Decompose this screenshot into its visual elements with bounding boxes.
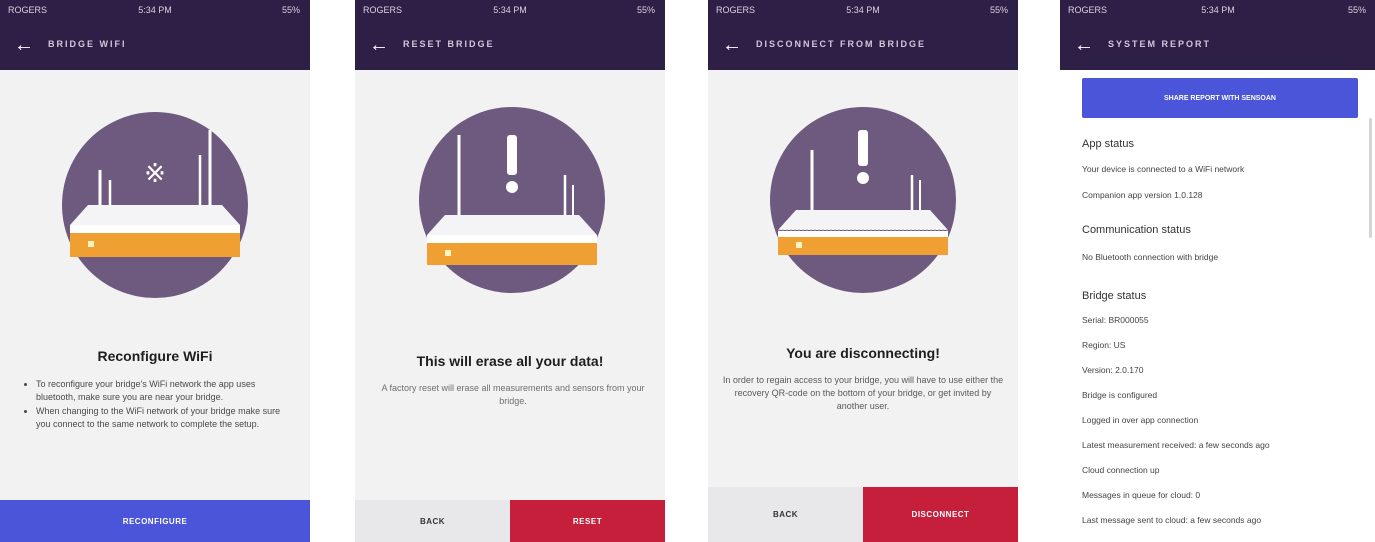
list-item: Your device is connected to a WiFi netwo… — [1082, 164, 1245, 174]
list-item: Latest measurement received: a few secon… — [1082, 440, 1270, 450]
disconnect-button[interactable]: DISCONNECT — [863, 487, 1018, 542]
clock: 5:34 PM — [138, 5, 172, 15]
back-button[interactable]: BACK — [355, 500, 510, 542]
app-header: ← BRIDGE WIFI — [0, 22, 310, 70]
instruction-list: To reconfigure your bridge's WiFi networ… — [24, 378, 296, 432]
clock: 5:34 PM — [846, 5, 880, 15]
clock: 5:34 PM — [1201, 5, 1235, 15]
app-header: ← SYSTEM REPORT — [1060, 22, 1375, 70]
warning-heading: This will erase all your data! — [416, 353, 604, 369]
report-content: SHARE REPORT WITH SENSOAN App status You… — [1060, 70, 1375, 542]
page-title: SYSTEM REPORT — [1108, 39, 1212, 49]
bridge-disconnect-illustration — [770, 107, 956, 293]
bridge-status-heading: Bridge status — [1082, 290, 1147, 302]
clock: 5:34 PM — [493, 5, 527, 15]
list-item: Messages in queue for cloud: 0 — [1082, 490, 1201, 500]
battery-label: 55% — [636, 5, 655, 15]
list-item: When changing to the WiFi network of you… — [36, 405, 296, 430]
screen-reset-bridge: ROGERS 5:34 PM 55% ← RESET BRIDGE This w… — [355, 0, 665, 542]
back-arrow-icon[interactable]: ← — [369, 33, 389, 57]
list-item: Bridge is configured — [1082, 390, 1158, 400]
bridge-bluetooth-illustration: ※ — [62, 112, 248, 298]
page-title: RESET BRIDGE — [403, 39, 495, 49]
back-arrow-icon[interactable]: ← — [722, 33, 742, 57]
page-title: BRIDGE WIFI — [48, 39, 127, 49]
disconnect-text: In order to regain access to your bridge… — [722, 375, 1004, 411]
reconfigure-button[interactable]: RECONFIGURE — [0, 500, 310, 542]
reset-button[interactable]: RESET — [510, 500, 665, 542]
list-item: Cloud connection up — [1082, 465, 1160, 475]
warning-text: A factory reset will erase all measureme… — [381, 383, 645, 406]
status-bar: ROGERS 5:34 PM 55% — [708, 0, 1018, 22]
back-arrow-icon[interactable]: ← — [14, 33, 34, 57]
app-header: ← DISCONNECT FROM BRIDGE — [708, 22, 1018, 70]
list-item: Companion app version 1.0.128 — [1082, 190, 1203, 200]
screen-system-report: ROGERS 5:34 PM 55% ← SYSTEM REPORT SHARE… — [1060, 0, 1375, 542]
list-item: Logged in over app connection — [1082, 415, 1199, 425]
list-item: Last message sent to cloud: a few second… — [1082, 515, 1262, 525]
app-header: ← RESET BRIDGE — [355, 22, 665, 70]
list-item: To reconfigure your bridge's WiFi networ… — [36, 378, 296, 403]
status-bar: ROGERS 5:34 PM 55% — [355, 0, 665, 22]
screen-disconnect: ROGERS 5:34 PM 55% ← DISCONNECT FROM BRI… — [708, 0, 1018, 542]
back-button[interactable]: BACK — [708, 487, 863, 542]
back-arrow-icon[interactable]: ← — [1074, 33, 1094, 57]
share-report-button[interactable]: SHARE REPORT WITH SENSOAN — [1082, 78, 1358, 118]
svg-text:※: ※ — [144, 159, 166, 189]
battery-label: 55% — [281, 5, 300, 15]
battery-label: 55% — [1347, 5, 1366, 15]
scrollbar[interactable] — [1369, 118, 1372, 238]
status-bar: ROGERS 5:34 PM 55% — [1060, 0, 1375, 22]
reconfigure-heading: Reconfigure WiFi — [97, 348, 213, 364]
bridge-warning-illustration — [419, 107, 605, 293]
list-item: Region: US — [1082, 340, 1126, 350]
page-title: DISCONNECT FROM BRIDGE — [756, 39, 926, 49]
battery-label: 55% — [989, 5, 1008, 15]
list-item: Version: 2.0.170 — [1082, 365, 1144, 375]
list-item: Serial: BR000055 — [1082, 315, 1149, 325]
list-item: No Bluetooth connection with bridge — [1082, 252, 1219, 262]
comm-status-heading: Communication status — [1082, 224, 1191, 236]
status-bar: ROGERS 5:34 PM 55% — [0, 0, 310, 22]
disconnect-heading: You are disconnecting! — [786, 345, 940, 361]
app-status-heading: App status — [1082, 138, 1134, 150]
screen-bridge-wifi: ROGERS 5:34 PM 55% ← BRIDGE WIFI ※ Recon… — [0, 0, 310, 542]
